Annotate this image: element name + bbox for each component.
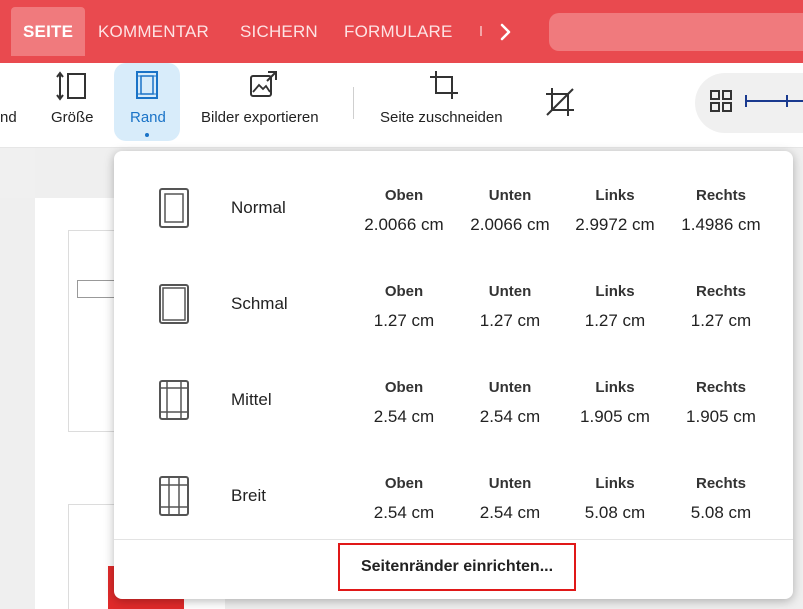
value-top: 2.0066 cm	[364, 215, 444, 234]
top-toolbar: SEITE KOMMENTAR SICHERN FORMULARE	[0, 0, 803, 63]
value-right: 5.08 cm	[690, 503, 752, 522]
margin-preset-narrow[interactable]: Schmal Oben 1.27 cm Unten 1.27 cm Links …	[114, 257, 793, 353]
preset-name: Schmal	[231, 294, 288, 313]
margin-medium-icon	[159, 380, 189, 420]
header-top: Oben	[384, 187, 424, 204]
header-bottom: Unten	[488, 475, 532, 492]
export-images-icon[interactable]	[249, 70, 279, 100]
margin-narrow-icon	[159, 284, 189, 324]
value-left: 1.27 cm	[584, 311, 646, 330]
header-bottom: Unten	[488, 283, 532, 300]
tab-sichern[interactable]: SICHERN	[240, 7, 318, 56]
header-left: Links	[595, 283, 635, 300]
header-right: Rechts	[695, 475, 747, 492]
header-top: Oben	[384, 475, 424, 492]
value-left: 2.9972 cm	[575, 215, 655, 234]
margin-wide-icon	[159, 476, 189, 516]
chevron-right-icon[interactable]	[496, 18, 516, 46]
header-top: Oben	[384, 379, 424, 396]
header-right: Rechts	[695, 283, 747, 300]
rand-label[interactable]: Rand	[130, 109, 166, 126]
header-bottom: Unten	[488, 187, 532, 204]
header-right: Rechts	[695, 379, 747, 396]
page-size-icon[interactable]	[56, 71, 88, 101]
preset-name: Breit	[231, 486, 266, 505]
value-left: 5.08 cm	[584, 503, 646, 522]
ribbon: nd Größe Rand Bilder exportieren Seite z…	[0, 63, 803, 148]
margin-normal-icon	[159, 188, 189, 228]
document-strip	[0, 148, 35, 198]
value-top: 2.54 cm	[373, 503, 435, 522]
margins-icon	[136, 71, 158, 99]
export-images-button[interactable]: Bilder exportieren	[201, 109, 319, 126]
value-right: 1.905 cm	[686, 407, 756, 426]
tab-kommentar[interactable]: KOMMENTAR	[98, 7, 209, 56]
menu-divider	[114, 539, 793, 540]
tab-separator	[480, 26, 482, 36]
header-left: Links	[595, 475, 635, 492]
size-button[interactable]: Größe	[51, 109, 94, 126]
custom-margins-button[interactable]: Seitenränder einrichten...	[338, 543, 576, 591]
header-top: Oben	[384, 283, 424, 300]
value-bottom: 2.54 cm	[479, 407, 541, 426]
value-bottom: 1.27 cm	[479, 311, 541, 330]
value-right: 1.27 cm	[690, 311, 752, 330]
margin-preset-wide[interactable]: Breit Oben 2.54 cm Unten 2.54 cm Links 5…	[114, 449, 793, 545]
dropdown-indicator	[145, 133, 149, 137]
value-top: 1.27 cm	[373, 311, 435, 330]
value-bottom: 2.54 cm	[479, 503, 541, 522]
margins-dropdown: Normal Oben 2.0066 cm Unten 2.0066 cm Li…	[114, 151, 793, 599]
ribbon-partial-label[interactable]: nd	[0, 109, 17, 126]
crop-off-icon[interactable]	[545, 87, 575, 117]
value-left: 1.905 cm	[580, 407, 650, 426]
header-bottom: Unten	[488, 379, 532, 396]
tab-seite[interactable]: SEITE	[11, 7, 86, 56]
header-left: Links	[595, 187, 635, 204]
crop-page-icon[interactable]	[429, 70, 459, 100]
zoom-slider[interactable]	[745, 93, 803, 109]
header-right: Rechts	[695, 187, 747, 204]
value-top: 2.54 cm	[373, 407, 435, 426]
header-left: Links	[595, 379, 635, 396]
value-right: 1.4986 cm	[681, 215, 761, 234]
grid-view-icon[interactable]	[710, 90, 732, 112]
search-input[interactable]	[549, 13, 803, 51]
preset-name: Mittel	[231, 390, 272, 409]
tab-formulare[interactable]: FORMULARE	[344, 7, 453, 56]
preset-name: Normal	[231, 198, 286, 217]
value-bottom: 2.0066 cm	[470, 215, 550, 234]
margin-preset-normal[interactable]: Normal Oben 2.0066 cm Unten 2.0066 cm Li…	[114, 161, 793, 257]
crop-page-button[interactable]: Seite zuschneiden	[380, 109, 503, 126]
ribbon-divider	[353, 87, 354, 119]
margin-preset-medium[interactable]: Mittel Oben 2.54 cm Unten 2.54 cm Links …	[114, 353, 793, 449]
